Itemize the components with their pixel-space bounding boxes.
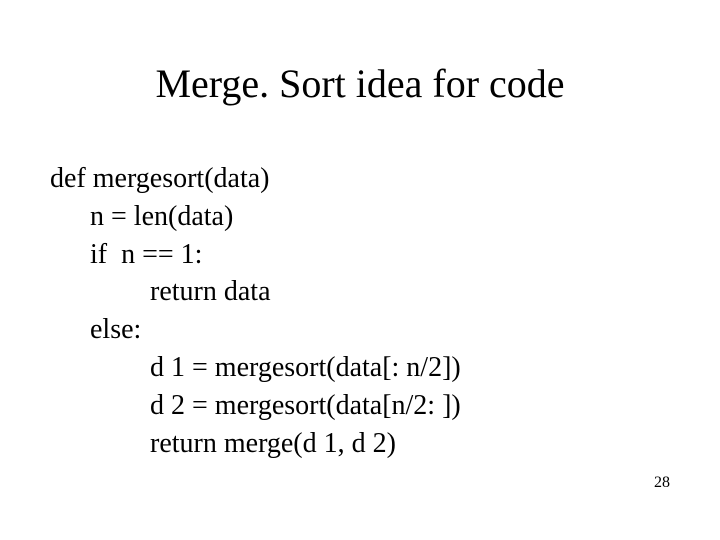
code-line: def mergesort(data) (50, 160, 670, 198)
code-line: if n == 1: (50, 236, 670, 274)
code-line: d 1 = mergesort(data[: n/2]) (50, 349, 670, 387)
code-line: return data (50, 273, 670, 311)
code-line: d 2 = mergesort(data[n/2: ]) (50, 387, 670, 425)
code-line: else: (50, 311, 670, 349)
slide-title: Merge. Sort idea for code (0, 60, 720, 107)
code-line: return merge(d 1, d 2) (50, 425, 670, 463)
code-block: def mergesort(data) n = len(data) if n =… (50, 160, 670, 462)
code-line: n = len(data) (50, 198, 670, 236)
page-number: 28 (654, 474, 670, 492)
slide: Merge. Sort idea for code def mergesort(… (0, 0, 720, 540)
